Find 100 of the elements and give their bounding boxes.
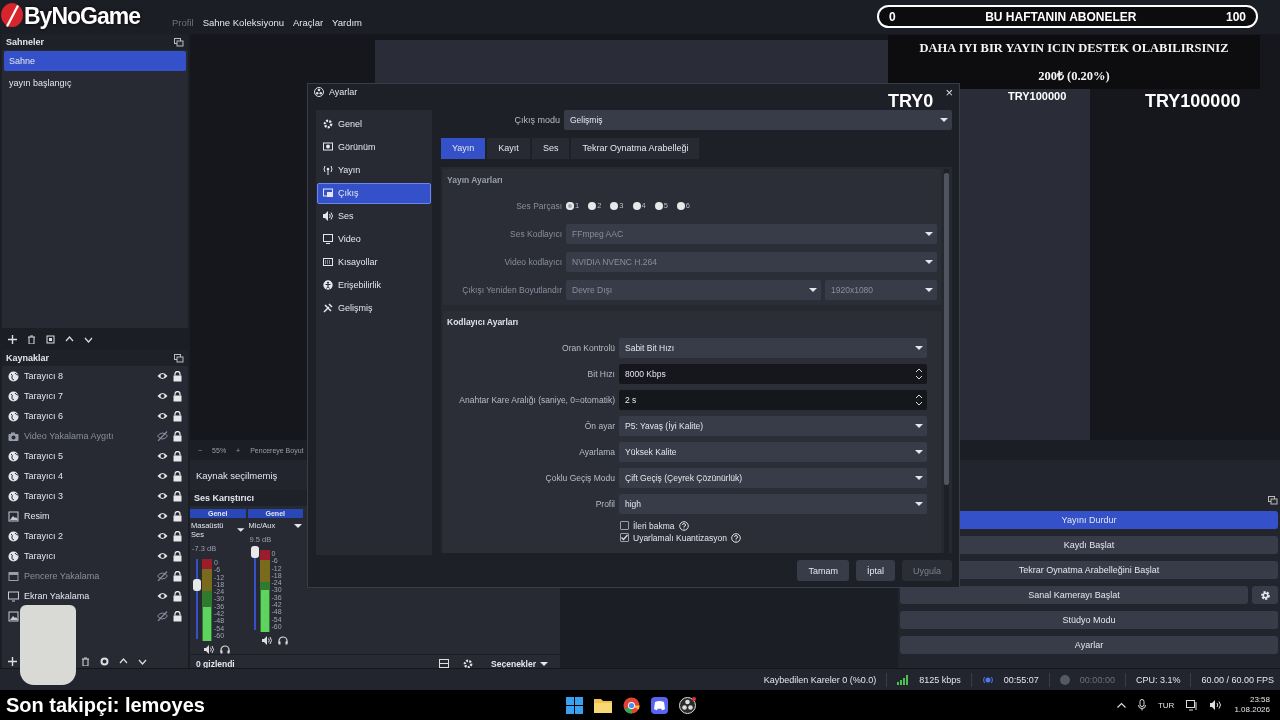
control-button[interactable]: Sanal Kamerayı Başlat bbox=[900, 586, 1248, 604]
slider-thumb[interactable] bbox=[193, 578, 201, 591]
dropdown[interactable]: P5: Yavaş (İyi Kalite) bbox=[619, 415, 927, 436]
source-item[interactable]: Tarayıcı 8 bbox=[24, 371, 152, 381]
headphones-icon[interactable] bbox=[220, 645, 230, 654]
undock-icon[interactable] bbox=[1268, 496, 1278, 505]
eye-icon[interactable] bbox=[157, 491, 168, 501]
dropdown[interactable]: Çift Geçiş (Çeyrek Çözünürlük) bbox=[619, 467, 927, 488]
browser-icon[interactable] bbox=[623, 696, 640, 714]
speaker-icon[interactable] bbox=[204, 645, 214, 654]
settings-nav-item[interactable]: Kısayollar bbox=[317, 251, 431, 273]
settings-nav-item[interactable]: Gelişmiş bbox=[317, 297, 431, 319]
scrollbar[interactable] bbox=[944, 168, 949, 553]
eye-off-icon[interactable] bbox=[157, 571, 168, 581]
recorder-app-icon[interactable] bbox=[679, 696, 696, 714]
menu-item[interactable]: Yardım bbox=[332, 17, 362, 34]
source-item[interactable]: Tarayıcı 2 bbox=[24, 531, 152, 541]
spin-box[interactable]: 8000 Kbps bbox=[619, 363, 927, 384]
eye-icon[interactable] bbox=[157, 551, 168, 561]
lock-icon[interactable] bbox=[173, 550, 182, 562]
eye-icon[interactable] bbox=[157, 511, 168, 521]
spin-box[interactable]: 2 s bbox=[619, 389, 927, 410]
lock-icon[interactable] bbox=[173, 470, 182, 482]
dropdown[interactable]: Sabit Bit Hızı bbox=[619, 337, 927, 358]
menu-item[interactable]: Araçlar bbox=[293, 17, 324, 34]
source-item[interactable]: Resim bbox=[24, 511, 152, 521]
settings-nav-item[interactable]: Yayın bbox=[317, 159, 431, 181]
settings-tab[interactable]: Tekrar Oynatma Arabelleği bbox=[571, 137, 700, 159]
dropdown[interactable]: high bbox=[619, 493, 927, 514]
trash-icon[interactable] bbox=[27, 334, 36, 344]
slider-thumb[interactable] bbox=[250, 546, 259, 559]
settings-tab[interactable]: Yayın bbox=[441, 137, 486, 159]
windows-start-icon[interactable] bbox=[566, 696, 583, 714]
source-item[interactable]: Tarayıcı 4 bbox=[24, 471, 152, 481]
lock-icon[interactable] bbox=[173, 490, 182, 502]
close-button[interactable]: × bbox=[945, 86, 953, 99]
eye-icon[interactable] bbox=[157, 591, 168, 601]
output-mode-dropdown[interactable]: Gelişmiş bbox=[564, 109, 952, 130]
volume-icon[interactable] bbox=[1210, 700, 1223, 710]
undock-icon[interactable] bbox=[174, 353, 184, 363]
source-item[interactable]: Tarayıcı 5 bbox=[24, 451, 152, 461]
scene-item[interactable]: yayın başlangıç bbox=[4, 73, 186, 93]
eye-icon[interactable] bbox=[157, 471, 168, 481]
lock-icon[interactable] bbox=[173, 430, 182, 442]
gear-icon[interactable] bbox=[100, 656, 109, 666]
clock[interactable]: 23:58 1.08.2026 bbox=[1234, 694, 1270, 716]
dialog-button[interactable]: Tamam bbox=[797, 560, 849, 582]
source-item[interactable]: Video Yakalama Aygıtı bbox=[24, 431, 152, 441]
scene-item[interactable]: Sahne bbox=[4, 51, 186, 71]
lock-icon[interactable] bbox=[173, 610, 182, 622]
lock-icon[interactable] bbox=[173, 510, 182, 522]
options-button[interactable]: Seçenekler bbox=[487, 658, 552, 669]
lock-icon[interactable] bbox=[173, 590, 182, 602]
eye-icon[interactable] bbox=[157, 371, 168, 381]
source-item[interactable]: Tarayıcı 6 bbox=[24, 411, 152, 421]
settings-nav-item[interactable]: Erişebilirlik bbox=[317, 274, 431, 296]
lock-icon[interactable] bbox=[173, 410, 182, 422]
settings-nav-item[interactable]: Ses bbox=[317, 205, 431, 227]
lock-icon[interactable] bbox=[173, 570, 182, 582]
network-icon[interactable] bbox=[1186, 699, 1199, 711]
eye-icon[interactable] bbox=[157, 411, 168, 421]
settings-tab[interactable]: Ses bbox=[531, 137, 570, 159]
add-icon[interactable] bbox=[8, 656, 17, 666]
trash-icon[interactable] bbox=[81, 656, 90, 666]
headphones-icon[interactable] bbox=[277, 636, 288, 645]
source-item[interactable]: Ekran Yakalama bbox=[24, 591, 152, 601]
lock-icon[interactable] bbox=[173, 450, 182, 462]
menu-item[interactable]: Sahne Koleksiyonu bbox=[202, 17, 284, 34]
gear-icon[interactable] bbox=[463, 658, 474, 669]
layout-icon[interactable] bbox=[439, 659, 450, 668]
keyboard-language[interactable]: TUR bbox=[1157, 700, 1175, 710]
control-button[interactable]: Stüdyo Modu bbox=[900, 611, 1278, 629]
eye-off-icon[interactable] bbox=[157, 611, 168, 621]
control-button[interactable]: Ayarlar bbox=[900, 636, 1278, 654]
chat-app-icon[interactable] bbox=[651, 696, 668, 714]
settings-tab[interactable]: Kayıt bbox=[487, 137, 530, 159]
settings-nav-item[interactable]: Çıkış bbox=[317, 182, 431, 204]
eye-icon[interactable] bbox=[157, 391, 168, 401]
dropdown[interactable]: Yüksek Kalite bbox=[619, 441, 927, 462]
eye-off-icon[interactable] bbox=[157, 431, 168, 441]
add-icon[interactable] bbox=[8, 334, 17, 344]
settings-nav-item[interactable]: Genel bbox=[317, 113, 431, 135]
chevron-up-icon[interactable] bbox=[1116, 702, 1126, 708]
lock-icon[interactable] bbox=[173, 370, 182, 382]
source-item[interactable]: Tarayıcı 7 bbox=[24, 391, 152, 401]
folder-icon[interactable] bbox=[594, 697, 612, 713]
speaker-icon[interactable] bbox=[261, 636, 272, 645]
settings-button[interactable] bbox=[1252, 586, 1278, 604]
microphone-icon[interactable] bbox=[1137, 699, 1146, 711]
source-item[interactable]: Pencere Yakalama bbox=[24, 571, 152, 581]
settings-nav-item[interactable]: Görünüm bbox=[317, 136, 431, 158]
eye-icon[interactable] bbox=[157, 451, 168, 461]
source-item[interactable]: Tarayıcı bbox=[24, 551, 152, 561]
dialog-button[interactable]: İptal bbox=[855, 560, 895, 582]
lock-icon[interactable] bbox=[173, 390, 182, 402]
eye-icon[interactable] bbox=[157, 531, 168, 541]
settings-nav-item[interactable]: Video bbox=[317, 228, 431, 250]
lock-icon[interactable] bbox=[173, 530, 182, 542]
undock-icon[interactable] bbox=[174, 37, 184, 47]
source-item[interactable]: Tarayıcı 3 bbox=[24, 491, 152, 501]
